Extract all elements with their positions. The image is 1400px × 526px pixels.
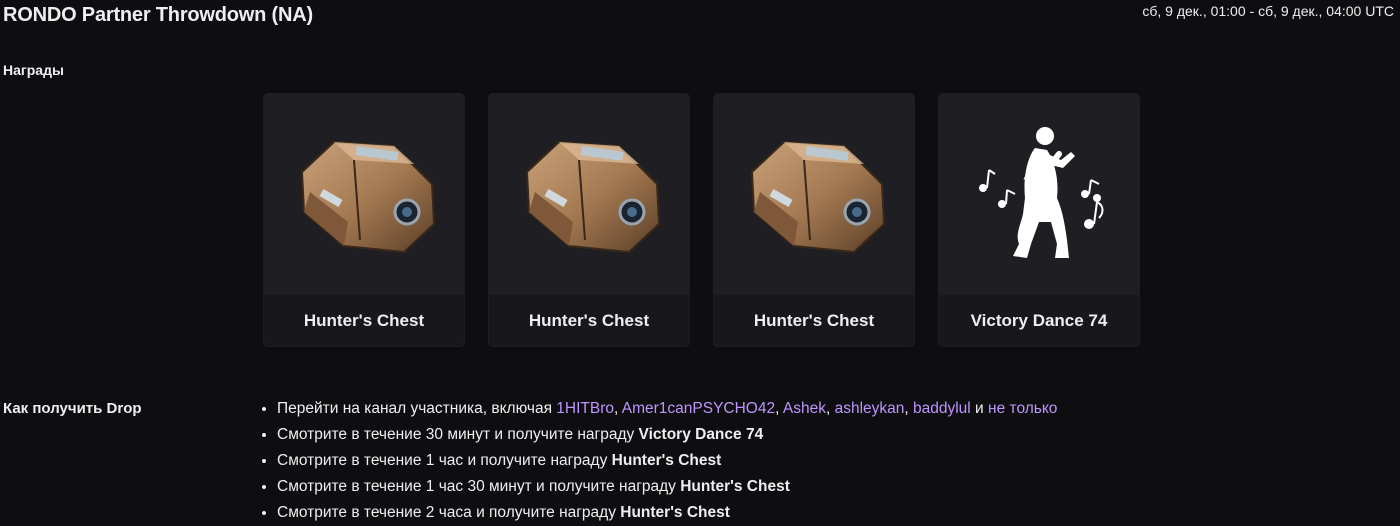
separator: ,	[904, 400, 913, 417]
reward-name: Hunter's Chest	[303, 310, 425, 330]
reward-name: Victory Dance 74	[970, 310, 1108, 330]
conjunction: и	[970, 400, 989, 417]
separator: ,	[825, 400, 835, 417]
channel-link[interactable]: Amer1canPSYCHO42	[622, 400, 775, 417]
list-item: Смотрите в течение 1 час 30 минут и полу…	[277, 474, 1057, 500]
step-reward: Hunter's Chest	[620, 504, 730, 521]
hunters-chest-icon	[264, 94, 464, 295]
list-item: Смотрите в течение 1 час и получите нагр…	[277, 448, 1057, 474]
reward-name: Hunter's Chest	[753, 310, 875, 330]
channel-link[interactable]: 1HITBro	[556, 400, 614, 417]
how-to-heading: Как получить Drop	[3, 400, 142, 417]
step-text: Смотрите в течение 30 минут и получите н…	[277, 426, 639, 443]
page-title: RONDO Partner Throwdown (NA)	[3, 4, 313, 26]
step-text: Смотрите в течение 1 час 30 минут и полу…	[277, 478, 681, 495]
separator: ,	[613, 400, 622, 417]
step-text: Перейти на канал участника, включая	[277, 400, 557, 417]
step-reward: Hunter's Chest	[611, 452, 722, 469]
drop-steps-list: Перейти на канал участника, включая 1HIT…	[260, 396, 1057, 526]
separator: ,	[775, 400, 783, 417]
channel-link[interactable]: ashleykan	[835, 400, 905, 417]
list-item: Смотрите в течение 2 часа и получите наг…	[277, 500, 1057, 526]
hunters-chest-icon	[714, 94, 914, 295]
reward-name: Hunter's Chest	[528, 310, 650, 330]
more-channels-link[interactable]: не только	[988, 400, 1057, 417]
reward-card: Victory Dance 74	[939, 94, 1139, 346]
rewards-heading: Награды	[3, 62, 64, 78]
channel-link[interactable]: baddylul	[913, 400, 971, 417]
list-item: Смотрите в течение 30 минут и получите н…	[277, 422, 1057, 448]
list-item: Перейти на канал участника, включая 1HIT…	[277, 396, 1057, 422]
step-text: Смотрите в течение 2 часа и получите наг…	[277, 504, 621, 521]
hunters-chest-icon	[489, 94, 689, 295]
reward-card: Hunter's Chest	[264, 94, 464, 346]
step-reward: Victory Dance 74	[638, 426, 764, 443]
victory-dance-icon	[939, 94, 1139, 295]
step-text: Смотрите в течение 1 час и получите нагр…	[277, 452, 612, 469]
date-range: сб, 9 дек., 01:00 - сб, 9 дек., 04:00 UT…	[1142, 3, 1394, 19]
channel-link[interactable]: Ashek	[783, 400, 826, 417]
reward-card: Hunter's Chest	[714, 94, 914, 346]
reward-card: Hunter's Chest	[489, 94, 689, 346]
rewards-list: Hunter's Chest Hunter's Chest Hunter's C…	[264, 94, 1139, 346]
step-reward: Hunter's Chest	[680, 478, 790, 495]
